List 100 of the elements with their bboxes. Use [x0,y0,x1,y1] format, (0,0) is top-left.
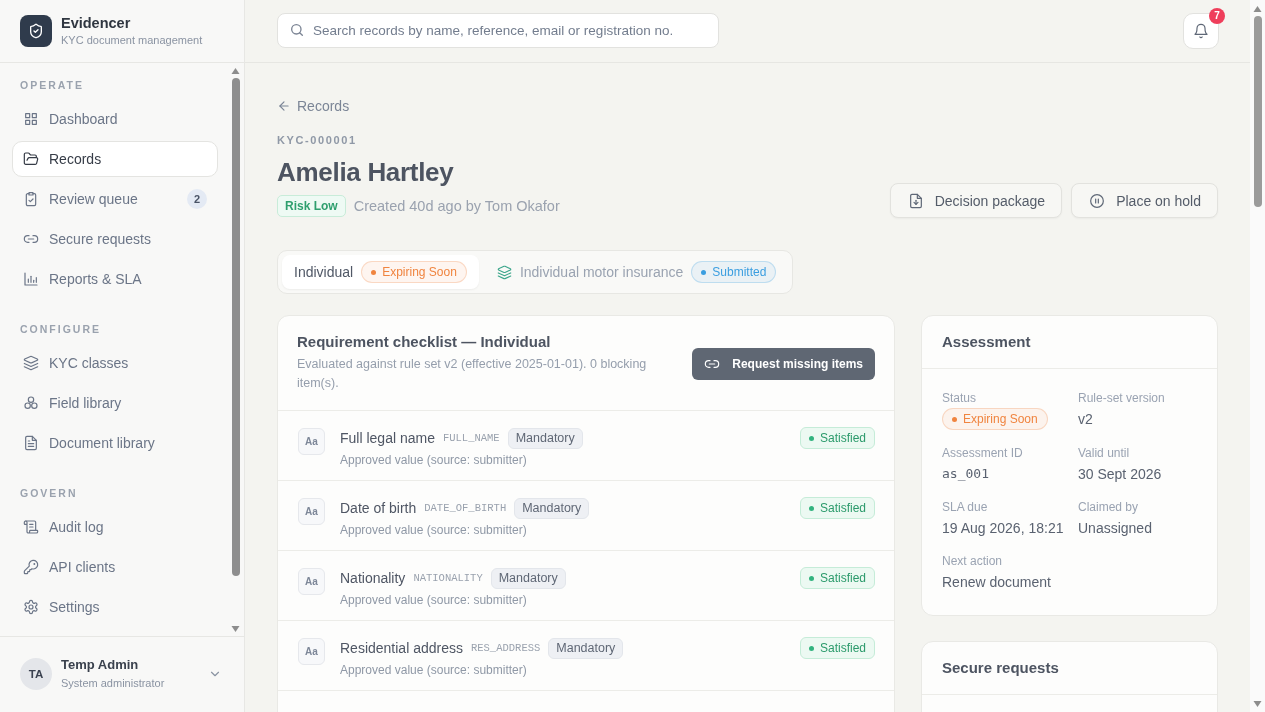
sidebar-item[interactable]: Reports & SLA [12,261,218,297]
request-missing-button[interactable]: Request missing items [692,347,875,380]
card-title: Assessment [942,332,1032,352]
sidebar-item[interactable]: Records [12,141,218,177]
status-text: Expiring Soon [963,412,1038,426]
scroll-down-icon[interactable] [231,626,240,632]
field-type-tile: Aa [298,428,325,455]
sidebar-item[interactable]: Audit log [12,509,218,545]
requirement-name: Residential address [340,640,463,656]
sidebar-item[interactable]: Document library [12,425,218,461]
status-dot-icon [808,645,814,651]
field-code: RES_ADDRESS [470,642,541,654]
field-value: Unassigned [1078,519,1152,538]
user-menu[interactable]: TA Temp Admin System administrator [0,636,244,712]
field-type-tile: Aa [298,498,325,525]
field-type-tile: Aa [298,638,325,665]
record-title: Amelia Hartley [277,156,455,188]
action-button[interactable]: Place on hold [1071,183,1218,218]
status-dot-icon [808,575,814,581]
clipboard-check-icon [23,191,39,207]
user-name: Temp Admin [61,657,140,673]
bell-icon [1193,22,1209,39]
sidebar-item[interactable]: Settings [12,589,218,625]
back-link[interactable]: Records [277,97,350,115]
field-value: Renew document [942,573,1051,592]
field-value: as_001 [942,465,989,483]
user-role: System administrator [61,676,166,690]
field-value: v2 [1078,410,1093,429]
sidebar-item[interactable]: Dashboard [12,101,218,137]
sidebar-item[interactable]: Field library [12,385,218,421]
field-label: Claimed by [1078,499,1139,515]
scrollbar-thumb[interactable] [1253,16,1262,207]
notification-count: 7 [1209,7,1225,24]
card-subtitle: Evaluated against rule set v2 (effective 2025-01-01). 0 blocking item(s). [297,356,648,392]
scroll-icon [23,519,39,535]
notifications-button[interactable] [1183,12,1219,49]
layers-icon [496,264,512,280]
status-text: Satisfied [819,431,866,445]
settings-icon [23,599,39,615]
shield-logo-icon [20,15,52,47]
scroll-up-icon[interactable] [231,68,240,74]
field-type-tile: Aa [298,568,325,595]
section-heading: OPERATE [20,78,85,92]
section-heading: CONFIGURE [20,322,102,336]
section-heading: GOVERN [20,486,79,500]
card-title: Secure requests [942,658,1060,678]
layers-icon [23,355,39,371]
sidebar-item[interactable]: Secure requests [12,221,218,257]
card-title: Requirement checklist — Individual [297,332,552,352]
app-name: Evidencer [61,15,132,32]
count-badge: 2 [187,189,207,209]
field-label: SLA due [942,499,988,515]
requirement-tag: Mandatory [490,567,566,589]
status-dot-icon [808,435,814,441]
requirement-note: Approved value (source: submitter) [340,593,528,607]
scroll-down-icon[interactable] [1253,701,1262,707]
field-code: FULL_NAME [442,432,500,444]
action-button[interactable]: Decision package [889,183,1063,218]
requirement-note: Approved value (source: submitter) [340,453,528,467]
record-reference: KYC-000001 [277,133,358,147]
document-icon [23,435,39,451]
status-text: Satisfied [819,501,866,515]
scroll-up-icon[interactable] [1253,6,1262,12]
sidebar-item[interactable]: Review queue 2 [12,181,218,217]
field-value: 19 Aug 2026, 18:21 [942,519,1064,538]
folder-icon [23,151,39,167]
requirement-name: Nationality [340,570,406,586]
created-text: Created 40d ago by Tom Okafor [353,198,560,214]
search-field[interactable]: Search records by name, reference, email or registration no. [277,12,719,48]
status-text: Satisfied [819,641,866,655]
status-text: Satisfied [819,571,866,585]
field-label: Status [942,390,977,406]
requirement-name: Full legal name [340,430,435,446]
requirement-tag: Mandatory [514,497,590,519]
scrollbar-thumb[interactable] [231,78,240,576]
bar-chart-icon [23,271,39,287]
avatar: TA [20,657,52,690]
key-icon [23,559,39,575]
circles-icon [23,395,39,411]
requirement-tag: Mandatory [548,637,624,659]
requirement-note: Approved value (source: submitter) [340,663,528,677]
app-subtitle: KYC document management [61,33,203,47]
requirement-note: Approved value (source: submitter) [340,523,528,537]
field-value: 30 Sept 2026 [1078,465,1162,484]
tab[interactable]: Individual motor insurance Submitted [484,255,789,289]
field-code: NATIONALITY [413,572,483,584]
search-icon [289,22,305,38]
sidebar-item[interactable]: KYC classes [12,345,218,381]
field-label: Valid until [1078,445,1130,461]
file-download-icon [907,192,924,209]
requirement-tag: Mandatory [507,427,583,449]
status-dot-icon [808,505,814,511]
risk-badge: Risk Low [277,195,346,217]
sidebar-item[interactable]: API clients [12,549,218,585]
tab[interactable]: Individual Expiring Soon [282,255,479,289]
grid-icon [23,111,39,127]
field-label: Next action [942,553,1003,569]
field-code: DATE_OF_BIRTH [424,502,507,514]
field-label: Assessment ID [942,445,1023,461]
pause-circle-icon [1089,192,1106,209]
